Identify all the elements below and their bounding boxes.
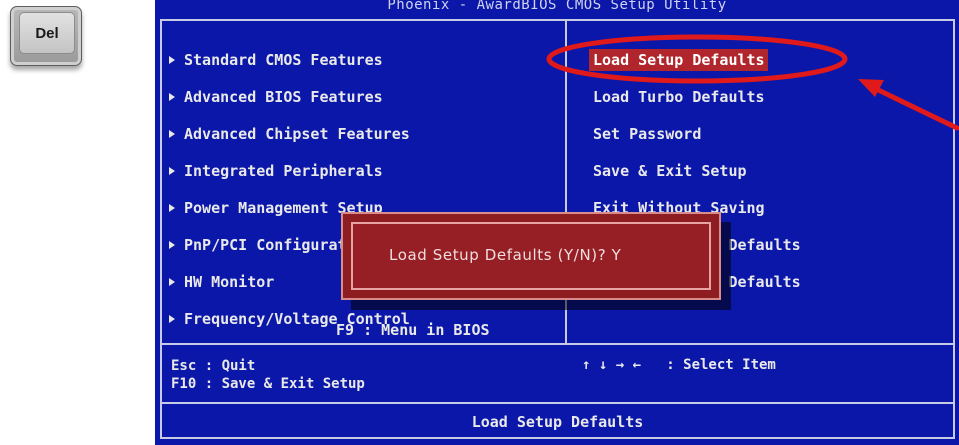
help-keys-left: Esc : Quit F10 : Save & Exit Setup (171, 358, 365, 392)
menu-item-integrated-peripherals[interactable]: Integrated Peripherals (169, 158, 410, 195)
help-keys-right: ↑ ↓ → ← : Select Item (582, 357, 776, 373)
arrow-right-icon (169, 130, 175, 138)
menu-item-label: Load Setup Defaults (589, 49, 768, 71)
arrow-right-icon (169, 241, 175, 249)
arrow-right-icon (169, 167, 175, 175)
confirm-dialog-prompt: Load Setup Defaults (Y/N)? Y (389, 246, 622, 264)
menu-item-label: Advanced BIOS Features (184, 88, 383, 106)
menu-item-label: Integrated Peripherals (184, 162, 383, 180)
menu-item-set-password[interactable]: Set Password (593, 121, 801, 158)
arrow-right-icon (169, 56, 175, 64)
confirm-dialog-inner: Load Setup Defaults (Y/N)? Y (351, 222, 711, 290)
menu-item-standard-cmos[interactable]: Standard CMOS Features (169, 47, 410, 84)
arrow-right-icon (169, 315, 175, 323)
menu-item-load-turbo-defaults[interactable]: Load Turbo Defaults (593, 84, 801, 121)
bios-screen: Phoenix - AwardBIOS CMOS Setup Utility S… (155, 0, 959, 445)
menu-item-label: Set Password (593, 125, 702, 143)
menu-item-advanced-bios[interactable]: Advanced BIOS Features (169, 84, 410, 121)
del-key-graphic: Del (10, 6, 82, 66)
arrow-right-icon (169, 93, 175, 101)
del-key-label: Del (19, 12, 75, 54)
menu-item-label: Load Turbo Defaults (593, 88, 765, 106)
menu-item-save-exit[interactable]: Save & Exit Setup (593, 158, 801, 195)
arrow-right-icon (169, 204, 175, 212)
status-bar: Load Setup Defaults (471, 413, 644, 431)
menu-hint: F9 : Menu in BIOS (336, 321, 490, 339)
menu-item-load-setup-defaults[interactable]: Load Setup Defaults (589, 47, 801, 84)
menu-item-label: Save & Exit Setup (593, 162, 747, 180)
menu-item-label: Standard CMOS Features (184, 51, 383, 69)
menu-item-advanced-chipset[interactable]: Advanced Chipset Features (169, 121, 410, 158)
help-divider (162, 343, 953, 345)
menu-item-label: Advanced Chipset Features (184, 125, 410, 143)
arrow-right-icon (169, 278, 175, 286)
menu-item-label: HW Monitor (184, 273, 275, 291)
confirm-dialog[interactable]: Load Setup Defaults (Y/N)? Y (341, 212, 721, 300)
